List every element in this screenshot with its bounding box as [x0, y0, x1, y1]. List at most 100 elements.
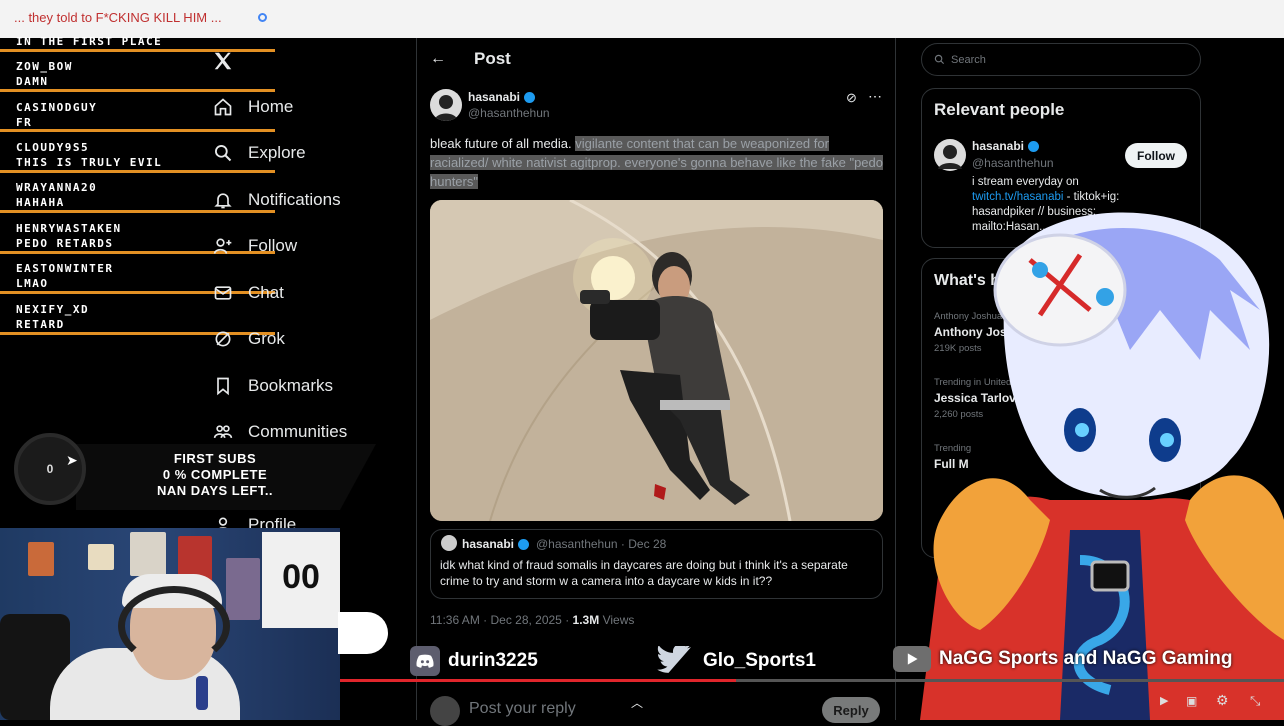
chat-message: RETARD [16, 318, 65, 331]
author-name[interactable]: hasanabi [468, 90, 536, 104]
post-text: bleak future of all media. vigilante con… [430, 134, 890, 191]
jersey-number: 00 [282, 558, 320, 596]
bio-text: i stream everyday on [972, 176, 1079, 188]
fullscreen-icon[interactable]: ⤡ [1250, 693, 1260, 709]
post-timestamp: 11:36 AM · Dec 28, 2025 · 1.3M Views [430, 613, 634, 627]
sub-goal-line: NAN DAYS LEFT.. [156, 483, 274, 498]
social-handle: durin3225 [448, 650, 538, 671]
author-avatar[interactable] [430, 89, 462, 121]
social-twitter: Glo_Sports1 [655, 646, 816, 676]
author-handle[interactable]: @hasanthehun [468, 106, 550, 120]
social-discord: durin3225 [410, 646, 538, 676]
verified-badge-icon [1028, 141, 1040, 153]
person-name[interactable]: hasanabi [972, 139, 1040, 153]
quote-text: idk what kind of fraud somalis in daycar… [440, 558, 848, 588]
chat-username: CLOUDY9S5 [16, 141, 90, 154]
jersey: 00 [262, 532, 340, 628]
chat-message: PEDO RETARDS [16, 237, 114, 250]
chevron-up-icon[interactable]: ︿ [631, 694, 643, 711]
bell-icon [212, 189, 234, 211]
quote-author-name-text: hasanabi [462, 537, 515, 551]
search-icon [934, 54, 945, 65]
nav-label: Explore [248, 143, 306, 162]
chat-divider [0, 129, 275, 132]
post-image[interactable] [430, 200, 883, 521]
x-logo-icon[interactable] [212, 50, 234, 72]
nav-item-follow[interactable]: Follow [212, 231, 297, 261]
grok-analyze-icon[interactable]: ⊘ [846, 90, 857, 106]
chat-message: DAMN [16, 75, 49, 88]
chat-message: LMAO [16, 277, 49, 290]
author-name-text: hasanabi [468, 90, 521, 104]
nav-item-explore[interactable]: Explore [212, 138, 306, 168]
social-handle: NaGG Sports and NaGG Gaming [939, 648, 1233, 669]
sub-goal-count: 0 [46, 462, 54, 476]
quote-author-name: hasanabi [462, 537, 530, 551]
page-title: Post [474, 49, 511, 68]
wall-poster [88, 544, 114, 570]
nav-item-communities[interactable]: Communities [212, 417, 347, 447]
wall-poster [130, 532, 166, 576]
discord-icon [410, 646, 440, 676]
sub-goal-counter: 0 [14, 433, 86, 505]
chat-message: HAHAHA [16, 196, 65, 209]
play-icon[interactable]: ▶ [1160, 694, 1168, 707]
captions-icon[interactable]: ▣ [1186, 694, 1197, 708]
verified-badge-icon [524, 92, 536, 104]
search-input[interactable]: Search [921, 43, 1201, 76]
social-youtube: NaGG Sports and NaGG Gaming [893, 646, 1233, 672]
nav-label: Grok [248, 329, 285, 348]
nav-label: Bookmarks [248, 376, 334, 395]
person-handle[interactable]: @hasanthehun [972, 156, 1054, 170]
sub-goal-text: FIRST SUBS 0 % COMPLETE NAN DAYS LEFT.. [130, 451, 300, 499]
sub-goal-line: 0 % COMPLETE [162, 467, 268, 482]
quote-author-avatar [441, 535, 457, 551]
views-label: Views [602, 613, 635, 627]
search-icon [212, 142, 234, 164]
post-time: 11:36 AM · Dec 28, 2025 · [430, 613, 570, 627]
mouse-cursor-icon: ➤ [66, 452, 78, 468]
webcam-feed: 00 [0, 528, 340, 720]
back-arrow-icon[interactable]: ← [430, 50, 446, 68]
tab-indicator-icon [258, 13, 267, 22]
person-avatar[interactable] [934, 139, 966, 171]
nav-label: Communities [248, 422, 348, 441]
twitter-icon [655, 646, 695, 676]
quote-date: Dec 28 [628, 537, 667, 551]
post-text-plain: bleak future of all media. [430, 136, 572, 151]
reply-button[interactable]: Reply [822, 697, 880, 723]
video-progress-fill [340, 679, 737, 682]
wall-poster [28, 542, 54, 576]
nav-label: Follow [248, 236, 298, 255]
chat-divider [0, 170, 275, 173]
youtube-icon [893, 646, 931, 672]
more-options-icon[interactable]: ⋯ [868, 88, 882, 105]
verified-badge-icon [518, 539, 530, 551]
chat-username: HENRYWASTAKEN [16, 222, 122, 235]
chat-username: CASINODGUY [16, 101, 98, 114]
browser-tab-title[interactable]: ... they told to F*CKING KILL HIM ... [14, 10, 222, 25]
settings-gear-icon[interactable]: ⚙ [1216, 692, 1229, 709]
nav-item-home[interactable]: Home [212, 92, 293, 122]
nav-item-notifications[interactable]: Notifications [212, 185, 341, 215]
wall-poster [226, 558, 260, 620]
person-add-icon [212, 235, 234, 257]
chat-username: NEXIFY_XD [16, 303, 90, 316]
sub-goal-line: FIRST SUBS [173, 451, 257, 466]
chat-message: FR [16, 116, 33, 129]
nav-item-bookmarks[interactable]: Bookmarks [212, 371, 333, 401]
reply-avatar [430, 696, 460, 726]
nav-label: Chat [248, 283, 284, 302]
quote-handle: @hasanthehun [536, 537, 618, 551]
nav-item-grok[interactable]: Grok [212, 324, 285, 354]
vtuber-avatar [900, 200, 1284, 720]
reply-input[interactable]: Post your reply [469, 700, 576, 718]
chat-username: WRAYANNA20 [16, 181, 98, 194]
relevant-people-title: Relevant people [934, 100, 1065, 119]
search-placeholder: Search [951, 53, 986, 66]
headset [118, 586, 230, 666]
communities-icon [212, 421, 234, 443]
bookmark-icon [212, 375, 234, 397]
nav-item-chat[interactable]: Chat [212, 278, 284, 308]
follow-button[interactable]: Follow [1125, 143, 1187, 168]
